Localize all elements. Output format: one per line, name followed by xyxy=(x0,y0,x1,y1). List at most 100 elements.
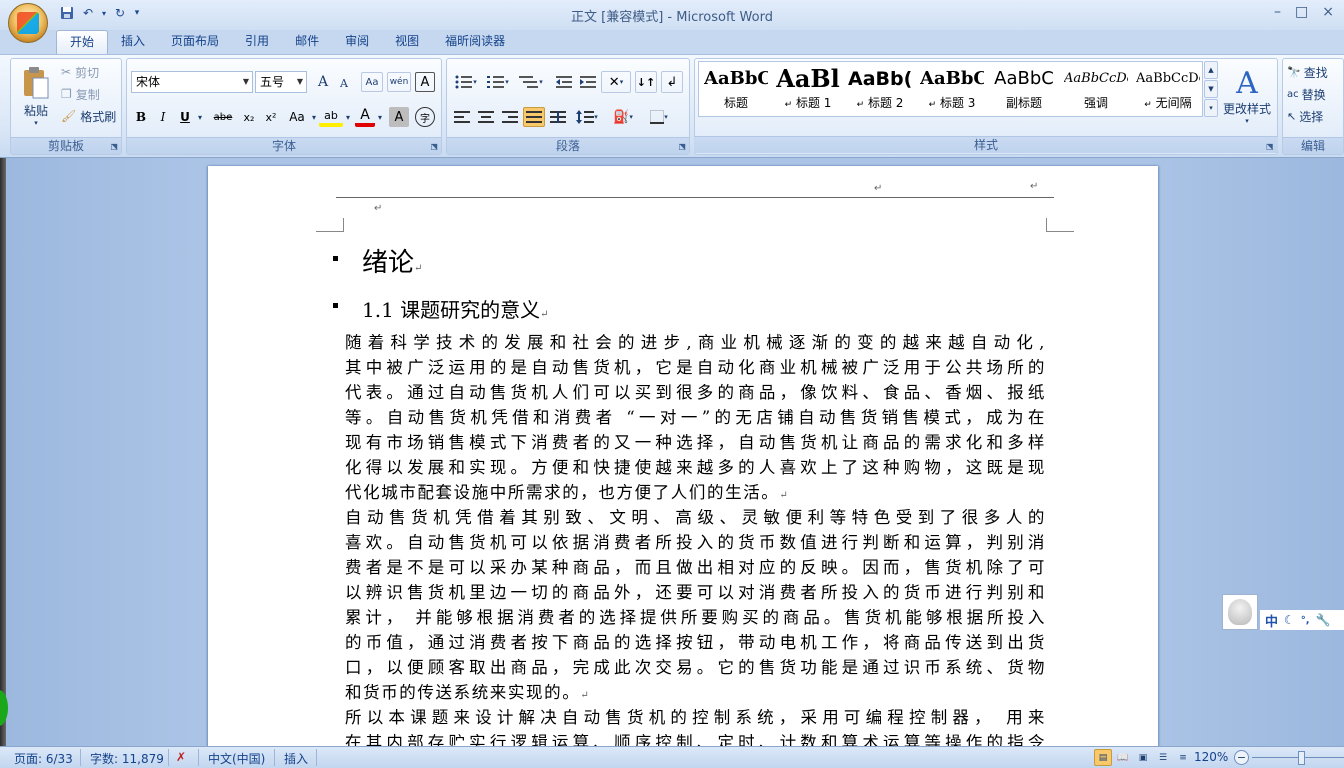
styles-scroll-up-icon[interactable]: ▲ xyxy=(1204,61,1218,79)
moon-icon[interactable]: ☾ xyxy=(1284,613,1295,627)
font-size-combo[interactable]: 五号 ▼ xyxy=(255,71,307,93)
format-painter-button[interactable]: 🖌 格式刷 xyxy=(61,107,116,125)
font-color-button[interactable]: A xyxy=(355,107,375,127)
underline-dropdown-icon[interactable]: ▾ xyxy=(195,107,205,127)
font-name-combo[interactable]: 宋体 ▼ xyxy=(131,71,253,93)
align-right-button[interactable] xyxy=(499,107,521,127)
sort-button[interactable]: ↓↑ xyxy=(635,71,657,93)
distributed-button[interactable] xyxy=(547,107,569,127)
bullets-button[interactable]: ▾ xyxy=(451,71,481,93)
shrink-font-button[interactable]: A xyxy=(335,74,353,92)
close-button[interactable]: × xyxy=(1322,4,1334,20)
body-line[interactable]: 的币值，通过消费者按下商品的选择按钮，带动电机工作，将商品传送到出货 xyxy=(345,630,1046,655)
tab-page-layout[interactable]: 页面布局 xyxy=(158,30,232,54)
word-count[interactable]: 字数: 11,879 xyxy=(90,750,164,767)
draft-view-icon[interactable]: ≡ xyxy=(1174,749,1192,766)
office-button[interactable] xyxy=(8,3,48,43)
shading-button[interactable]: ⛽ ▾ xyxy=(607,107,639,127)
body-line[interactable]: 其中被广泛运用的是自动售货机，它是自动化商业机械被广泛用于公共场所的 xyxy=(345,355,1046,380)
print-layout-view-icon[interactable]: ▤ xyxy=(1094,749,1112,766)
body-line[interactable]: 现有市场销售模式下消费者的又一种选择，自动售货机让商品的需求化和多样 xyxy=(345,430,1046,455)
document-page[interactable]: ↵ ↵ ↵ 绪论↵ 1.1 课题研究的意义↵ 随着科学技术的发展和社会的进步,商… xyxy=(208,166,1158,746)
highlight-button[interactable]: ab xyxy=(319,107,343,127)
underline-button[interactable]: U xyxy=(175,107,195,127)
character-shading-button[interactable]: A xyxy=(389,107,409,127)
style-subtitle[interactable]: AaBbC 副标题 xyxy=(991,64,1057,114)
zoom-slider-handle[interactable] xyxy=(1298,751,1305,765)
justify-button[interactable] xyxy=(523,107,545,127)
highlight-dropdown-icon[interactable]: ▾ xyxy=(343,107,353,127)
phonetic-guide-button[interactable]: wén xyxy=(387,72,411,92)
style-heading2[interactable]: AaBb( ↵ 标题 2 xyxy=(847,64,913,114)
full-screen-reading-view-icon[interactable]: 📖 xyxy=(1114,749,1132,766)
body-line[interactable]: 口，以便顾客取出商品，完成此次交易。它的售货功能是通过识币系统、货物 xyxy=(345,655,1046,680)
maximize-button[interactable]: □ xyxy=(1295,4,1308,20)
find-button[interactable]: 🔭 查找 xyxy=(1287,63,1328,81)
body-line[interactable]: 累计， 并能够根据消费者的选择提供所要购买的商品。售货机能够根据所投入 xyxy=(345,605,1046,630)
body-line[interactable]: 随着科学技术的发展和社会的进步,商业机械逐渐的变的越来越自动化, xyxy=(345,330,1046,355)
undo-icon[interactable]: ↶ xyxy=(79,4,97,22)
outline-view-icon[interactable]: ☰ xyxy=(1154,749,1172,766)
align-center-button[interactable] xyxy=(475,107,497,127)
body-line[interactable]: 自动售货机凭借着其别致、文明、高级、灵敏便利等特色受到了很多人的 xyxy=(345,505,1046,530)
subscript-button[interactable]: x₂ xyxy=(239,107,259,127)
strikethrough-button[interactable]: abe xyxy=(211,107,235,127)
body-line[interactable]: 和货币的传送系统来实现的。↵ xyxy=(345,680,1046,708)
increase-indent-button[interactable] xyxy=(577,71,599,93)
body-line[interactable]: 代化城市配套设施中所需求的，也方便了人们的生活。↵ xyxy=(345,480,1046,508)
save-icon[interactable] xyxy=(58,4,76,22)
body-line[interactable]: 费者是不是可以采办某种商品，而且做出相对应的反映。因而，售货机除了可 xyxy=(345,555,1046,580)
web-layout-view-icon[interactable]: ▣ xyxy=(1134,749,1152,766)
change-case-button[interactable]: Aa xyxy=(285,107,309,127)
styles-more-icon[interactable]: ▾ xyxy=(1204,99,1218,117)
cut-button[interactable]: ✂ 剪切 xyxy=(61,63,99,81)
align-left-button[interactable] xyxy=(451,107,473,127)
line-spacing-button[interactable]: ▾ xyxy=(571,107,603,127)
spell-check-icon[interactable]: ✗ xyxy=(176,750,186,764)
style-heading3[interactable]: AaBbC ↵ 标题 3 xyxy=(919,64,985,114)
tab-mailings[interactable]: 邮件 xyxy=(282,30,332,54)
minimize-button[interactable]: – xyxy=(1274,4,1281,20)
copy-button[interactable]: ❐ 复制 xyxy=(61,85,100,103)
replace-button[interactable]: ac 替换 xyxy=(1287,85,1326,103)
redo-icon[interactable]: ↻ xyxy=(111,4,129,22)
body-line[interactable]: 所以本课题来设计解决自动售货机的控制系统，采用可编程控制器， 用来 xyxy=(345,705,1046,730)
numbering-button[interactable]: ▾ xyxy=(483,71,513,93)
select-button[interactable]: ↖ 选择 xyxy=(1287,107,1323,125)
character-border-button[interactable]: A xyxy=(415,72,435,92)
wrench-icon[interactable]: 🔧 xyxy=(1316,613,1331,627)
font-launcher-icon[interactable]: ⬔ xyxy=(430,142,438,151)
insert-mode[interactable]: 插入 xyxy=(284,750,308,767)
body-line[interactable]: 化得以发展和实现。方便和快捷使越来越多的人喜欢上了这种购物，这既是现 xyxy=(345,455,1046,480)
body-line[interactable]: 在其内部存贮实行逻辑运算、顺序控制、定时、计数和算术运算等操作的指令 xyxy=(345,730,1046,746)
paragraph-launcher-icon[interactable]: ⬔ xyxy=(678,142,686,151)
body-line[interactable]: 以辨识售货机里边一切的商品外，还要可以对消费者所投入的货币进行判别和 xyxy=(345,580,1046,605)
zoom-level[interactable]: 120% xyxy=(1194,750,1228,764)
body-line[interactable]: 等。自动售货机凭借和消费者 “一对一”的无店铺自动售货销售模式，成为在 xyxy=(345,405,1046,430)
language-indicator[interactable]: 中文(中国) xyxy=(208,750,265,767)
ime-toolbar[interactable]: 中 ☾ °, 🔧 xyxy=(1260,610,1344,630)
document-area[interactable]: ↵ ↵ ↵ 绪论↵ 1.1 课题研究的意义↵ 随着科学技术的发展和社会的进步,商… xyxy=(0,158,1344,746)
asian-layout-button[interactable]: ✕ ▾ xyxy=(601,71,631,93)
body-line[interactable]: 代表。通过自动售货机人们可以买到很多的商品，像饮料、食品、香烟、报纸 xyxy=(345,380,1046,405)
bold-button[interactable]: B xyxy=(131,107,151,127)
decrease-indent-button[interactable] xyxy=(553,71,575,93)
tab-view[interactable]: 视图 xyxy=(382,30,432,54)
ime-language-label[interactable]: 中 xyxy=(1265,611,1278,630)
tab-home[interactable]: 开始 xyxy=(56,30,109,54)
clear-formatting-button[interactable]: Aa xyxy=(361,72,383,92)
undo-dropdown-icon[interactable]: ▾ xyxy=(100,4,108,22)
customize-qat-icon[interactable]: ▾ xyxy=(132,4,142,22)
style-emphasis[interactable]: AaBbCcDc 强调 xyxy=(1063,64,1129,114)
show-marks-button[interactable]: ↲ xyxy=(661,71,683,93)
tab-foxit-reader[interactable]: 福昕阅读器 xyxy=(432,30,518,54)
styles-launcher-icon[interactable]: ⬔ xyxy=(1266,142,1274,151)
tab-review[interactable]: 审阅 xyxy=(332,30,382,54)
style-title[interactable]: AaBbC 标题 xyxy=(703,64,769,114)
tab-insert[interactable]: 插入 xyxy=(108,30,158,54)
punctuation-icon[interactable]: °, xyxy=(1301,615,1310,626)
tab-references[interactable]: 引用 xyxy=(232,30,282,54)
style-heading1[interactable]: AaBl ↵ 标题 1 xyxy=(775,64,841,114)
heading-1[interactable]: 绪论↵ xyxy=(333,242,422,279)
paste-button[interactable]: 粘贴 ▾ xyxy=(15,61,57,131)
